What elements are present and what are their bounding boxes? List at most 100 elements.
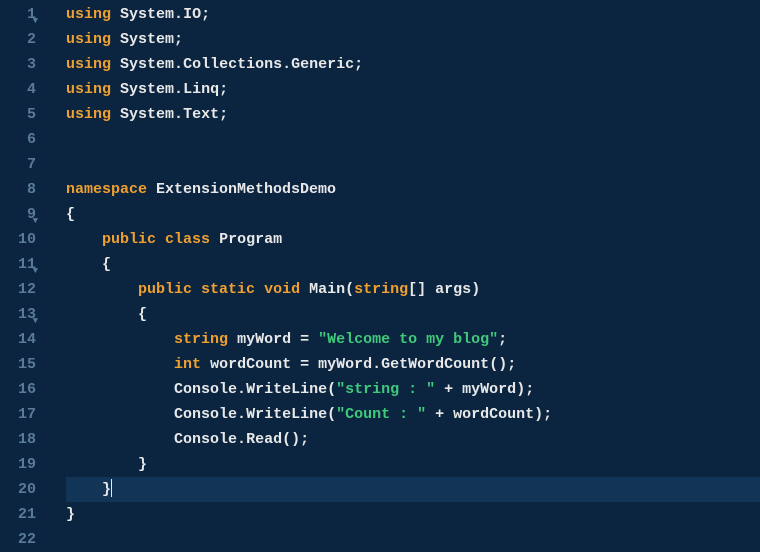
token-kw: static — [201, 281, 255, 298]
code-line[interactable]: Console.Read(); — [66, 427, 760, 452]
code-line[interactable]: int wordCount = myWord.GetWordCount(); — [66, 352, 760, 377]
token-ident: myWord — [318, 356, 372, 373]
token-ident: Program — [219, 231, 282, 248]
indent — [66, 406, 174, 423]
token-method: WriteLine — [246, 381, 327, 398]
token-punct — [111, 106, 120, 123]
token-punct — [210, 231, 219, 248]
code-line[interactable] — [66, 152, 760, 177]
token-kw: public — [102, 231, 156, 248]
token-punct — [426, 406, 435, 423]
token-punct — [111, 6, 120, 23]
code-line[interactable] — [66, 127, 760, 152]
code-line[interactable] — [66, 527, 760, 552]
gutter-line: 22 — [0, 527, 36, 552]
indent — [66, 381, 174, 398]
code-line[interactable]: using System.Linq; — [66, 77, 760, 102]
code-line[interactable]: namespace ExtensionMethodsDemo — [66, 177, 760, 202]
token-type: string — [354, 281, 408, 298]
text-cursor — [111, 479, 112, 497]
indent — [66, 356, 174, 373]
gutter-line: 7 — [0, 152, 36, 177]
token-punct — [228, 331, 237, 348]
line-number: 8 — [16, 177, 36, 202]
code-line[interactable]: using System.IO; — [66, 2, 760, 27]
token-punct — [111, 56, 120, 73]
token-punct — [435, 381, 444, 398]
code-line[interactable]: } — [66, 452, 760, 477]
token-punct: ; — [498, 331, 507, 348]
gutter: 1▼23456789▼1011▼1213▼141516171819202122 — [0, 0, 48, 552]
token-op: = — [300, 331, 309, 348]
code-line[interactable]: Console.WriteLine("string : " + myWord); — [66, 377, 760, 402]
gutter-line: 21 — [0, 502, 36, 527]
code-line[interactable]: { — [66, 302, 760, 327]
line-number: 20 — [16, 477, 36, 502]
code-editor[interactable]: 1▼23456789▼1011▼1213▼141516171819202122 … — [0, 0, 760, 552]
gutter-line: 4 — [0, 77, 36, 102]
line-number: 3 — [16, 52, 36, 77]
line-number: 5 — [16, 102, 36, 127]
code-area[interactable]: using System.IO;using System;using Syste… — [48, 0, 760, 552]
token-ident: Console — [174, 431, 237, 448]
token-punct: ; — [219, 106, 228, 123]
token-punct — [300, 281, 309, 298]
token-punct — [111, 31, 120, 48]
line-number: 19 — [16, 452, 36, 477]
gutter-line: 3 — [0, 52, 36, 77]
code-line[interactable]: { — [66, 202, 760, 227]
code-line[interactable]: using System; — [66, 27, 760, 52]
token-punct: [] — [408, 281, 435, 298]
token-punct: . — [174, 56, 183, 73]
code-line[interactable]: public static void Main(string[] args) — [66, 277, 760, 302]
token-method: WriteLine — [246, 406, 327, 423]
token-ident: Collections — [183, 56, 282, 73]
token-punct: ); — [534, 406, 552, 423]
line-number: 7 — [16, 152, 36, 177]
token-kw: using — [66, 81, 111, 98]
token-ident: Linq — [183, 81, 219, 98]
token-ident: System — [120, 31, 174, 48]
code-line[interactable]: using System.Text; — [66, 102, 760, 127]
token-ident: Console — [174, 406, 237, 423]
token-str: "Welcome to my blog" — [318, 331, 498, 348]
token-punct: . — [237, 381, 246, 398]
token-punct: . — [237, 431, 246, 448]
token-str: "Count : " — [336, 406, 426, 423]
token-punct: } — [102, 481, 111, 498]
gutter-line: 15 — [0, 352, 36, 377]
token-punct — [444, 406, 453, 423]
indent — [66, 281, 138, 298]
indent — [66, 306, 138, 323]
gutter-line: 5 — [0, 102, 36, 127]
token-punct: ( — [327, 381, 336, 398]
token-punct: { — [138, 306, 147, 323]
code-line[interactable]: } — [66, 477, 760, 502]
line-number: 14 — [16, 327, 36, 352]
code-line[interactable]: Console.WriteLine("Count : " + wordCount… — [66, 402, 760, 427]
gutter-line: 19 — [0, 452, 36, 477]
gutter-line: 9▼ — [0, 202, 36, 227]
token-punct — [291, 356, 300, 373]
code-line[interactable]: { — [66, 252, 760, 277]
token-punct — [309, 356, 318, 373]
code-line[interactable]: string myWord = "Welcome to my blog"; — [66, 327, 760, 352]
token-kw: namespace — [66, 181, 147, 198]
token-punct — [255, 281, 264, 298]
token-ident: myWord — [462, 381, 516, 398]
code-line[interactable]: public class Program — [66, 227, 760, 252]
token-ident: wordCount — [453, 406, 534, 423]
token-type: string — [174, 331, 228, 348]
code-line[interactable]: } — [66, 502, 760, 527]
gutter-line: 1▼ — [0, 2, 36, 27]
token-punct: { — [66, 206, 75, 223]
gutter-line: 2 — [0, 27, 36, 52]
line-number: 10 — [16, 227, 36, 252]
token-kw: using — [66, 106, 111, 123]
code-line[interactable]: using System.Collections.Generic; — [66, 52, 760, 77]
token-punct — [309, 331, 318, 348]
indent — [66, 331, 174, 348]
token-ident: IO — [183, 6, 201, 23]
line-number: 15 — [16, 352, 36, 377]
token-kw: void — [264, 281, 300, 298]
